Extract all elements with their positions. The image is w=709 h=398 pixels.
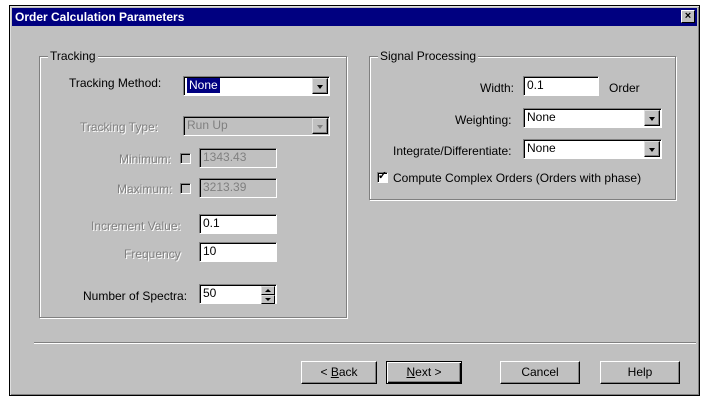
chevron-down-icon[interactable] bbox=[312, 118, 328, 134]
chevron-down-icon[interactable] bbox=[644, 141, 660, 157]
maximum-value: 3213.39 bbox=[203, 180, 247, 194]
frequency-value: 10 bbox=[203, 244, 217, 258]
separator bbox=[34, 342, 696, 344]
tracking-type-value: Run Up bbox=[187, 118, 228, 132]
tracking-method-select[interactable]: None bbox=[183, 76, 330, 96]
complex-orders-checkbox[interactable]: ✓ bbox=[377, 170, 388, 183]
next-button[interactable]: Next > bbox=[386, 361, 462, 384]
signal-processing-title: Signal Processing bbox=[378, 49, 479, 63]
num-spectra-label: Number of Spectra: bbox=[83, 289, 188, 303]
tracking-group-title: Tracking bbox=[48, 49, 98, 63]
weighting-select[interactable]: None bbox=[523, 108, 662, 128]
window-title: Order Calculation Parameters bbox=[15, 10, 185, 24]
num-spectra-value: 50 bbox=[203, 286, 217, 300]
weighting-label: Weighting: bbox=[455, 113, 512, 127]
integrate-select[interactable]: None bbox=[523, 139, 662, 159]
minimum-value: 1343.43 bbox=[203, 150, 247, 164]
complex-orders-label: Compute Complex Orders (Orders with phas… bbox=[393, 171, 642, 185]
num-spectra-stepper[interactable]: 50 bbox=[199, 284, 277, 304]
back-button[interactable]: < Back bbox=[301, 361, 377, 384]
width-label: Width: bbox=[480, 81, 515, 95]
next-hotkey: N bbox=[406, 365, 416, 379]
tracking-method-value: None bbox=[187, 78, 220, 93]
minimum-field[interactable]: 1343.43 bbox=[199, 148, 277, 168]
spin-down-icon[interactable] bbox=[261, 295, 275, 304]
integrate-label: Integrate/Differentiate: bbox=[393, 144, 512, 158]
increment-value: 0.1 bbox=[203, 216, 220, 230]
weighting-value: None bbox=[527, 110, 556, 124]
width-field[interactable]: 0.1 bbox=[523, 76, 599, 96]
width-value: 0.1 bbox=[527, 78, 544, 92]
tracking-method-label: Tracking Method: bbox=[69, 76, 162, 90]
title-bar: Order Calculation Parameters × bbox=[12, 8, 697, 26]
back-prefix: < bbox=[320, 365, 331, 379]
increment-label: Increment Value: bbox=[91, 219, 181, 233]
next-rest: ext > bbox=[415, 365, 442, 379]
spin-up-icon[interactable] bbox=[261, 286, 275, 295]
chevron-down-icon[interactable] bbox=[644, 110, 660, 126]
minimum-checkbox[interactable] bbox=[180, 153, 191, 164]
chevron-down-icon[interactable] bbox=[312, 78, 328, 94]
cancel-button[interactable]: Cancel bbox=[500, 361, 580, 384]
back-hotkey: B bbox=[330, 365, 339, 379]
frequency-field[interactable]: 10 bbox=[199, 242, 277, 262]
maximum-field[interactable]: 3213.39 bbox=[199, 178, 277, 198]
minimum-label: Minimum: bbox=[119, 152, 172, 166]
close-icon[interactable]: × bbox=[681, 10, 695, 23]
maximum-label: Maximum: bbox=[117, 182, 173, 196]
tracking-type-label: Tracking Type: bbox=[80, 120, 159, 134]
width-unit: Order bbox=[609, 81, 640, 95]
increment-field[interactable]: 0.1 bbox=[199, 214, 277, 234]
integrate-value: None bbox=[527, 141, 556, 155]
tracking-type-select[interactable]: Run Up bbox=[183, 116, 330, 136]
spinner[interactable] bbox=[261, 286, 275, 304]
help-button[interactable]: Help bbox=[600, 361, 680, 384]
maximum-checkbox[interactable] bbox=[180, 183, 191, 194]
frequency-label: Frequency bbox=[124, 247, 181, 261]
checkmark-icon: ✓ bbox=[377, 170, 388, 182]
dialog-window: Order Calculation Parameters × Tracking … bbox=[9, 5, 700, 396]
back-rest: ack bbox=[338, 365, 358, 379]
